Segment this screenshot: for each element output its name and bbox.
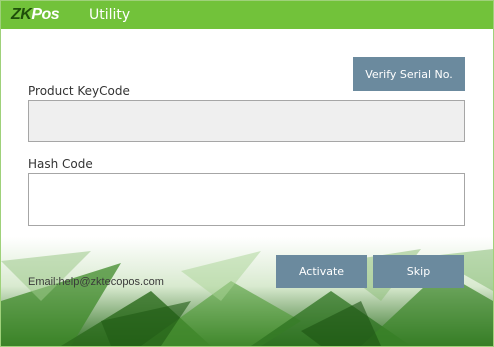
activate-button[interactable]: Activate bbox=[276, 255, 367, 288]
product-keycode-label: Product KeyCode bbox=[28, 84, 130, 98]
product-keycode-field[interactable] bbox=[28, 100, 465, 142]
hash-code-field[interactable] bbox=[28, 173, 465, 226]
verify-serial-button[interactable]: Verify Serial No. bbox=[353, 57, 465, 91]
support-email: Email:help@zktecopos.com bbox=[28, 276, 164, 288]
utility-window: ZKPos Utility Verify Serial No. Product … bbox=[0, 0, 494, 347]
hash-code-label: Hash Code bbox=[28, 157, 93, 171]
skip-button[interactable]: Skip bbox=[373, 255, 464, 288]
